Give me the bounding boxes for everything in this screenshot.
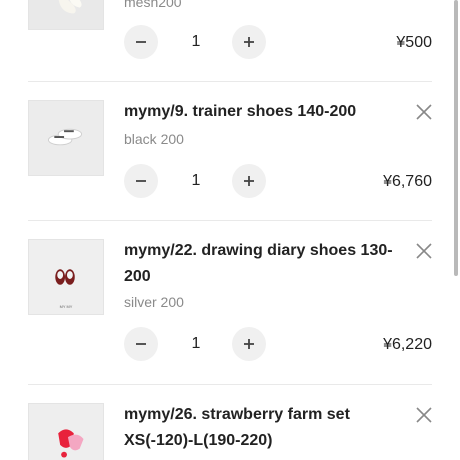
minus-icon <box>136 180 146 182</box>
remove-item-button[interactable] <box>414 405 434 425</box>
minus-icon <box>136 41 146 43</box>
item-price: ¥6,220 <box>383 336 432 353</box>
item-variant: mesh200 <box>124 0 182 10</box>
close-icon <box>416 104 432 120</box>
product-image[interactable] <box>28 0 104 30</box>
item-title-line2: 200 <box>124 268 151 285</box>
increase-quantity-button[interactable] <box>232 25 266 59</box>
image-caption: MY MY <box>60 304 73 309</box>
cart-page: mesh200 1 ¥500 mymy/9. trainer shoes 140… <box>0 0 460 460</box>
plus-icon <box>244 37 254 47</box>
item-divider <box>28 384 432 385</box>
minus-icon <box>136 343 146 345</box>
item-divider <box>28 81 432 82</box>
white-trainer-shoes-image <box>29 101 103 175</box>
close-icon <box>416 243 432 259</box>
item-variant: black 200 <box>124 131 184 147</box>
item-title-line2: XS(-120)-L(190-220) <box>124 432 273 449</box>
remove-item-button[interactable] <box>414 102 434 122</box>
item-divider <box>28 220 432 221</box>
item-title-line1: mymy/26. strawberry farm set <box>124 406 350 423</box>
item-title[interactable]: mymy/9. trainer shoes 140-200 <box>124 99 394 125</box>
strawberry-set-image <box>29 404 103 460</box>
product-image[interactable] <box>28 100 104 176</box>
close-icon <box>416 407 432 423</box>
item-variant: silver 200 <box>124 294 184 310</box>
increase-quantity-button[interactable] <box>232 327 266 361</box>
item-price: ¥6,760 <box>383 173 432 190</box>
quantity-value: 1 <box>191 172 201 189</box>
product-image[interactable]: MY MY <box>28 239 104 315</box>
plus-icon <box>244 176 254 186</box>
quantity-value: 1 <box>191 335 201 352</box>
product-image[interactable] <box>28 403 104 460</box>
decrease-quantity-button[interactable] <box>124 327 158 361</box>
red-mary-jane-shoes-image: MY MY <box>29 240 103 314</box>
quantity-value: 1 <box>191 33 201 50</box>
item-title[interactable]: mymy/26. strawberry farm set XS(-120)-L(… <box>124 402 394 454</box>
remove-item-button[interactable] <box>414 241 434 261</box>
decrease-quantity-button[interactable] <box>124 25 158 59</box>
plus-icon <box>244 339 254 349</box>
scrollbar[interactable] <box>454 0 458 276</box>
item-title[interactable]: mymy/22. drawing diary shoes 130- 200 <box>124 238 394 290</box>
socks-product-image <box>29 0 103 29</box>
decrease-quantity-button[interactable] <box>124 164 158 198</box>
increase-quantity-button[interactable] <box>232 164 266 198</box>
item-title-line1: mymy/22. drawing diary shoes 130- <box>124 242 393 259</box>
item-price: ¥500 <box>396 34 432 51</box>
